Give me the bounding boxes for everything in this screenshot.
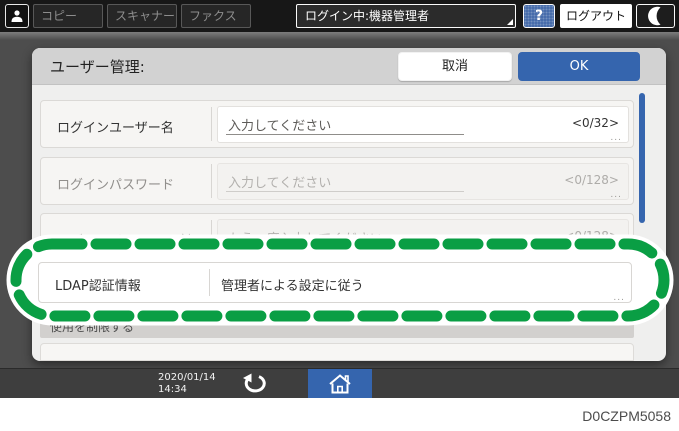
ldap-auth-row[interactable]: LDAP認証情報 管理者による設定に従う ... — [38, 262, 632, 303]
energy-saver-button[interactable] — [636, 4, 675, 28]
login-name-row: ログインユーザー名 入力してください <0/32> ... — [40, 100, 634, 148]
help-button[interactable]: ? — [523, 4, 555, 28]
ok-button[interactable]: OK — [518, 52, 640, 81]
back-icon — [243, 373, 266, 393]
more-dots-icon: ... — [610, 190, 622, 200]
ldap-auth-label: LDAP認証情報 — [55, 279, 141, 294]
password-row: ログインパスワード 入力してください <0/128> ... — [40, 157, 634, 205]
time-text: 14:34 — [158, 384, 187, 395]
tab-copy[interactable]: コピー — [33, 4, 103, 28]
input-underline — [226, 191, 464, 192]
logout-button[interactable]: ログアウト — [560, 4, 632, 28]
login-name-input[interactable]: 入力してください <0/32> ... — [217, 106, 629, 143]
dialog-title: ユーザー管理: — [50, 58, 145, 76]
partial-row — [40, 343, 634, 361]
figure-code: D0CZPM5058 — [582, 408, 671, 424]
password-label: ログインパスワード — [57, 178, 175, 193]
row-divider — [211, 107, 212, 141]
ldap-auth-value: 管理者による設定に従う — [221, 279, 364, 294]
moon-icon — [647, 6, 660, 26]
more-dots-icon: ... — [610, 133, 622, 143]
cancel-button[interactable]: 取消 — [398, 52, 512, 81]
backdrop-gradient — [0, 32, 679, 40]
date-text: 2020/01/14 — [158, 372, 216, 383]
back-button[interactable] — [238, 371, 272, 397]
more-dots-icon: ... — [613, 293, 625, 303]
row-divider — [211, 164, 212, 198]
login-name-label: ログインユーザー名 — [57, 121, 174, 136]
tab-scanner[interactable]: スキャナー — [107, 4, 177, 28]
user-button[interactable] — [5, 4, 29, 28]
login-name-counter: <0/32> — [571, 116, 619, 130]
login-status-dropdown[interactable]: ログイン中:機器管理者 — [296, 4, 516, 28]
scrollbar[interactable] — [639, 93, 645, 223]
password-counter: <0/128> — [564, 173, 619, 187]
password-input: 入力してください <0/128> ... — [217, 163, 629, 200]
dropdown-corner-icon — [507, 19, 513, 25]
home-button[interactable] — [308, 369, 372, 398]
datetime-display: 2020/01/14 14:34 — [158, 372, 216, 396]
status-bar: 2020/01/14 14:34 — [0, 368, 679, 398]
login-status-label: ログイン中:機器管理者 — [305, 9, 430, 23]
user-icon — [11, 10, 23, 22]
password-placeholder: 入力してください — [228, 176, 332, 191]
input-underline — [226, 134, 464, 135]
dialog-header: ユーザー管理: 取消 OK — [32, 48, 666, 85]
figure-margin: D0CZPM5058 — [0, 398, 679, 431]
device-screen: コピー スキャナー ファクス ログイン中:機器管理者 ? ログアウト ユーザー管… — [0, 0, 679, 398]
login-name-placeholder: 入力してください — [228, 119, 332, 134]
tab-fax[interactable]: ファクス — [181, 4, 251, 28]
home-icon — [329, 374, 351, 394]
top-bar: コピー スキャナー ファクス ログイン中:機器管理者 ? ログアウト — [0, 0, 679, 32]
row-divider — [209, 269, 210, 296]
